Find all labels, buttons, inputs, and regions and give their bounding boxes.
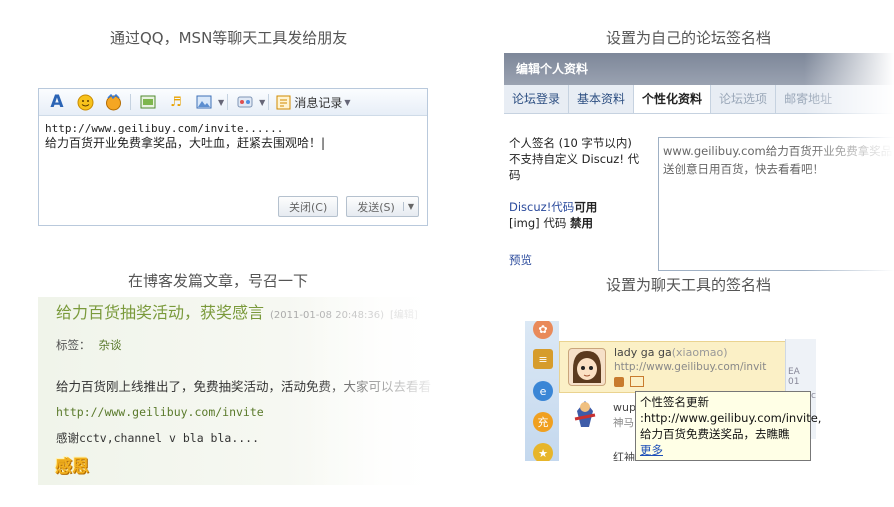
charge-icon[interactable]: 充 <box>533 412 553 432</box>
caption-blog: 在博客发篇文章，号召一下 <box>128 272 309 290</box>
signature-rules: 个人签名 (10 字节以内) 不支持自定义 Discuz! 代码 Discuz!… <box>509 135 649 231</box>
contact-name: 红袖 <box>613 451 635 461</box>
post-thanks: 感谢cctv,channel v bla bla.... <box>56 431 260 445</box>
news-icon[interactable]: ≡ <box>533 349 553 369</box>
history-icon <box>276 95 291 109</box>
tab-mailing-address[interactable]: 邮寄地址 <box>776 85 840 113</box>
side-text: EA 01 <box>788 367 800 387</box>
signature-tooltip: 个性签名更新 :http://www.geilibuy.com/invite,给… <box>635 391 822 461</box>
thanks-stamp: 感恩 <box>55 457 89 477</box>
contact-row-selected[interactable]: lady ga ga(xiaomao) http://www.geilibuy.… <box>559 341 787 393</box>
chat-tool-panel: ✿ ≡ e 充 ★ lady ga ga(xiaomao) http://www… <box>525 321 870 461</box>
screenshot-icon[interactable] <box>139 93 157 111</box>
post-url[interactable]: http://www.geilibuy.com/invite <box>56 405 264 419</box>
avatar <box>568 348 606 386</box>
toolbar-separator <box>130 94 131 110</box>
toolbar-separator <box>268 94 270 110</box>
chat-toolbar: A ♬ ▼ ▼ 消息记录 ▼ <box>39 89 427 116</box>
app-icon[interactable] <box>236 93 254 111</box>
message-line-url: http://www.geilibuy.com/invite...... <box>45 122 284 135</box>
message-history-button[interactable]: 消息记录 ▼ <box>276 94 350 111</box>
close-button[interactable]: 关闭(C) <box>278 196 339 217</box>
contact-status-icons <box>614 376 645 390</box>
chevron-down-icon[interactable]: ▼ <box>402 202 414 211</box>
chat-buttons: 关闭(C) 发送(S) ▼ <box>278 196 419 217</box>
profile-header: 编辑个人资料 <box>504 53 894 85</box>
discuz-code-rule: Discuz!代码可用 <box>509 200 598 214</box>
post-tags: 标签： 杂谈 <box>56 337 122 353</box>
no-custom-code-note: 不支持自定义 Discuz! 代码 <box>509 152 640 182</box>
contact-signature: 神马 <box>613 417 634 429</box>
tag-label: 标签： <box>56 338 91 352</box>
more-link[interactable]: 更多 <box>640 442 806 458</box>
app-rail: ✿ ≡ e 充 ★ <box>525 321 559 461</box>
tab-basic-info[interactable]: 基本资料 <box>569 85 635 113</box>
forum-profile-panel: 编辑个人资料 论坛登录 基本资料 个性化资料 论坛选项 邮寄地址 个人签名 (1… <box>504 53 894 273</box>
avatar <box>567 397 603 433</box>
toolbar-separator <box>227 94 229 110</box>
tooltip-body: :http://www.geilibuy.com/invite,给力百货免费送奖… <box>640 411 822 441</box>
edit-link[interactable]: [编辑] <box>390 310 418 321</box>
tooltip-title: 个性签名更新 <box>640 395 709 409</box>
tag-link[interactable]: 杂谈 <box>99 338 122 352</box>
message-line-text: 给力百货开业免费拿奖品，大吐血，赶紧去围观哈！| <box>45 136 326 150</box>
caption-forum: 设置为自己的论坛签名档 <box>606 29 772 47</box>
tab-forum-options[interactable]: 论坛选项 <box>711 85 777 113</box>
font-icon[interactable]: A <box>48 92 66 112</box>
post-body: 给力百货刚上线推出了，免费抽奖活动，活动免费，大家可以去看看 <box>56 379 432 394</box>
qq-chat-window: A ♬ ▼ ▼ 消息记录 ▼ http://www.geilibuy.com/i… <box>38 88 428 226</box>
send-label: 发送(S) <box>357 200 395 214</box>
image-icon[interactable] <box>195 93 213 111</box>
history-label: 消息记录 <box>294 95 343 110</box>
signature-label: 个人签名 (10 字节以内) <box>509 136 632 150</box>
post-title: 给力百货抽奖活动，获奖感言 (2011-01-08 20:48:36) [编辑] <box>56 303 418 322</box>
star-icon[interactable]: ★ <box>533 443 553 461</box>
img-code-rule: [img] 代码 禁用 <box>509 216 593 230</box>
caption-chat: 设置为聊天工具的签名档 <box>606 276 772 294</box>
message-input[interactable]: http://www.geilibuy.com/invite...... 给力百… <box>39 116 427 150</box>
tab-forum-login[interactable]: 论坛登录 <box>504 85 570 113</box>
chevron-down-icon[interactable]: ▼ <box>218 98 224 107</box>
mail-icon[interactable] <box>630 376 645 387</box>
post-date: (2011-01-08 20:48:36) <box>270 310 385 321</box>
contact-name: lady ga ga(xiaomao) <box>614 346 728 359</box>
qq-show-icon[interactable] <box>614 377 624 387</box>
chevron-down-icon[interactable]: ▼ <box>259 98 265 107</box>
preview-link[interactable]: 预览 <box>509 252 532 268</box>
caption-qq: 通过QQ，MSN等聊天工具发给朋友 <box>110 29 348 47</box>
contact-signature: http://www.geilibuy.com/invit <box>614 361 767 373</box>
ie-icon[interactable]: e <box>533 381 553 401</box>
send-button[interactable]: 发送(S) ▼ <box>346 196 419 217</box>
qzone-icon[interactable]: ✿ <box>533 321 553 339</box>
tab-personalization[interactable]: 个性化资料 <box>634 85 712 113</box>
profile-tabs: 论坛登录 基本资料 个性化资料 论坛选项 邮寄地址 <box>504 85 894 114</box>
magic-face-icon[interactable] <box>104 93 122 111</box>
blog-post-panel: 给力百货抽奖活动，获奖感言 (2011-01-08 20:48:36) [编辑] 标… <box>38 297 444 485</box>
chevron-down-icon: ▼ <box>344 97 351 107</box>
music-icon[interactable]: ♬ <box>167 93 185 111</box>
smiley-icon[interactable] <box>76 93 94 111</box>
signature-textarea[interactable]: www.geilibuy.com给力百货开业免费拿奖品送创意日用百货，快去看看吧… <box>658 137 894 271</box>
